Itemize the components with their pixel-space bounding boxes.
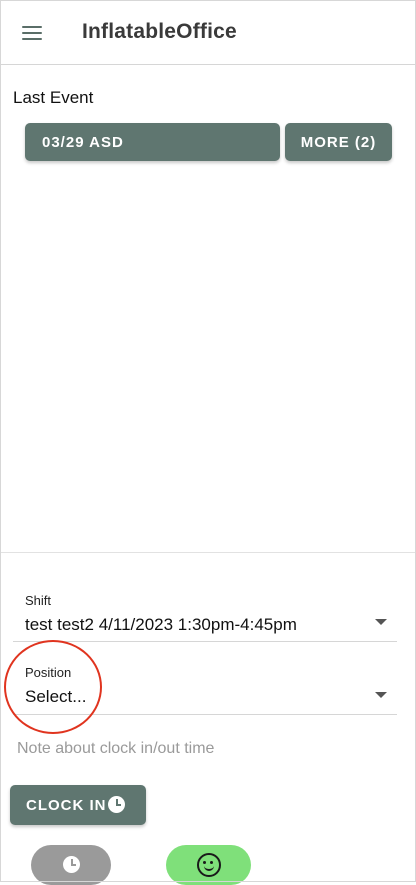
position-value: Select... <box>25 687 87 706</box>
app-title: InflatableOffice <box>82 20 237 43</box>
position-select[interactable]: Position Select... <box>25 665 395 707</box>
section-divider <box>0 552 416 553</box>
face-scan-button[interactable] <box>166 845 251 885</box>
note-input[interactable] <box>17 737 397 761</box>
time-history-button[interactable] <box>31 845 111 885</box>
shift-select[interactable]: Shift test test2 4/11/2023 1:30pm-4:45pm <box>25 593 395 635</box>
last-event-button[interactable]: 03/29 ASD <box>25 123 280 161</box>
clock-in-label: CLOCK IN <box>26 797 107 814</box>
shift-underline <box>13 641 397 642</box>
clock-in-button[interactable]: CLOCK IN <box>10 785 146 825</box>
shift-value: test test2 4/11/2023 1:30pm-4:45pm <box>25 615 297 634</box>
position-underline <box>13 714 397 715</box>
shift-label: Shift <box>25 593 52 608</box>
position-label: Position <box>25 665 72 680</box>
last-event-label: Last Event <box>13 88 94 107</box>
face-scan-icon <box>197 853 221 877</box>
chevron-down-icon <box>375 692 387 698</box>
clock-icon <box>63 856 80 873</box>
chevron-down-icon <box>375 619 387 625</box>
app-bar: InflatableOffice <box>0 0 416 65</box>
more-events-button[interactable]: MORE (2) <box>285 123 392 161</box>
menu-icon[interactable] <box>18 18 48 46</box>
clock-icon <box>107 796 125 813</box>
